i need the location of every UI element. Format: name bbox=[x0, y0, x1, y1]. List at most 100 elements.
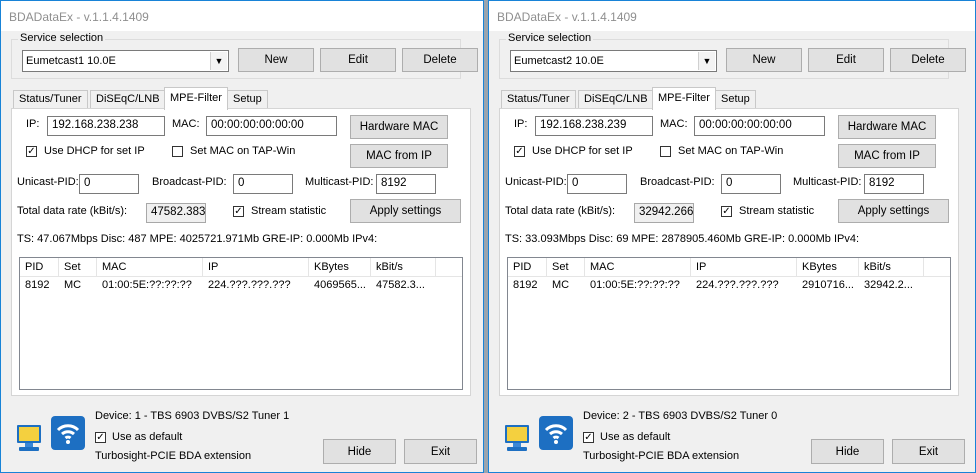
edit-button[interactable]: Edit bbox=[320, 48, 396, 72]
column-set[interactable]: Set bbox=[59, 258, 97, 276]
set-mac-label: Set MAC on TAP-Win bbox=[190, 145, 296, 157]
use-as-default-label: Use as default bbox=[600, 431, 671, 443]
column-pid[interactable]: PID bbox=[20, 258, 59, 276]
mac-label: MAC: bbox=[172, 118, 200, 130]
pid-list-header: PID Set MAC IP KBytes kBit/s bbox=[20, 258, 462, 277]
use-dhcp-checkbox[interactable]: ✓ bbox=[26, 146, 37, 157]
column-set[interactable]: Set bbox=[547, 258, 585, 276]
stream-statistic-checkbox[interactable]: ✓ bbox=[721, 206, 732, 217]
use-as-default-label: Use as default bbox=[112, 431, 183, 443]
pid-list[interactable]: PID Set MAC IP KBytes kBit/s 8192 MC 01:… bbox=[19, 257, 463, 390]
mac-from-ip-button[interactable]: MAC from IP bbox=[838, 144, 936, 168]
extension-label: Turbosight-PCIE BDA extension bbox=[95, 450, 252, 462]
column-kbytes[interactable]: KBytes bbox=[309, 258, 371, 276]
mac-label: MAC: bbox=[660, 118, 688, 130]
new-button[interactable]: New bbox=[726, 48, 802, 72]
tab-status-tuner[interactable]: Status/Tuner bbox=[501, 90, 576, 109]
cell-kbits: 32942.2... bbox=[864, 279, 913, 291]
cell-kbytes: 2910716... bbox=[802, 279, 854, 291]
tab-setup[interactable]: Setup bbox=[715, 90, 756, 109]
unicast-pid-input[interactable]: 0 bbox=[567, 174, 627, 194]
column-mac[interactable]: MAC bbox=[97, 258, 203, 276]
wifi-icon bbox=[51, 416, 85, 450]
hide-button[interactable]: Hide bbox=[323, 439, 396, 464]
hide-button[interactable]: Hide bbox=[811, 439, 884, 464]
broadcast-pid-label: Broadcast-PID: bbox=[640, 176, 715, 188]
mpe-filter-panel: IP: 192.168.238.238 MAC: 00:00:00:00:00:… bbox=[11, 108, 471, 396]
exit-button[interactable]: Exit bbox=[404, 439, 477, 464]
delete-button[interactable]: Delete bbox=[402, 48, 478, 72]
column-pid[interactable]: PID bbox=[508, 258, 547, 276]
set-mac-label: Set MAC on TAP-Win bbox=[678, 145, 784, 157]
edit-button[interactable]: Edit bbox=[808, 48, 884, 72]
column-ip[interactable]: IP bbox=[691, 258, 797, 276]
device-label: Device: 2 - TBS 6903 DVBS/S2 Tuner 0 bbox=[583, 410, 778, 422]
broadcast-pid-input[interactable]: 0 bbox=[233, 174, 293, 194]
multicast-pid-input[interactable]: 8192 bbox=[864, 174, 924, 194]
app-window-1: BDADataEx - v.1.1.4.1409 Service selecti… bbox=[0, 0, 484, 473]
total-data-rate-label: Total data rate (kBit/s): bbox=[17, 205, 128, 217]
ip-input[interactable]: 192.168.238.238 bbox=[47, 116, 165, 136]
column-ip[interactable]: IP bbox=[203, 258, 309, 276]
delete-button[interactable]: Delete bbox=[890, 48, 966, 72]
window-title: BDADataEx - v.1.1.4.1409 bbox=[9, 10, 149, 24]
column-kbits[interactable]: kBit/s bbox=[371, 258, 436, 276]
mac-input[interactable]: 00:00:00:00:00:00 bbox=[694, 116, 825, 136]
cell-mac: 01:00:5E:??:??:?? bbox=[102, 279, 192, 291]
tab-mpe-filter[interactable]: MPE-Filter bbox=[164, 87, 228, 110]
mac-from-ip-button[interactable]: MAC from IP bbox=[350, 144, 448, 168]
broadcast-pid-input[interactable]: 0 bbox=[721, 174, 781, 194]
unicast-pid-label: Unicast-PID: bbox=[17, 176, 79, 188]
apply-settings-button[interactable]: Apply settings bbox=[838, 199, 949, 223]
use-as-default-checkbox[interactable]: ✓ bbox=[95, 432, 106, 443]
stream-statistic-label: Stream statistic bbox=[251, 205, 327, 217]
cell-kbytes: 4069565... bbox=[314, 279, 366, 291]
title-bar[interactable]: BDADataEx - v.1.1.4.1409 bbox=[489, 1, 975, 31]
chevron-down-icon[interactable]: ▼ bbox=[698, 52, 715, 70]
set-mac-checkbox[interactable] bbox=[660, 146, 671, 157]
cell-kbits: 47582.3... bbox=[376, 279, 425, 291]
tab-status-tuner[interactable]: Status/Tuner bbox=[13, 90, 88, 109]
new-button[interactable]: New bbox=[238, 48, 314, 72]
cell-ip: 224.???.???.??? bbox=[208, 279, 291, 291]
mpe-filter-panel: IP: 192.168.238.239 MAC: 00:00:00:00:00:… bbox=[499, 108, 959, 396]
multicast-pid-label: Multicast-PID: bbox=[793, 176, 862, 188]
title-bar[interactable]: BDADataEx - v.1.1.4.1409 bbox=[1, 1, 483, 31]
column-kbytes[interactable]: KBytes bbox=[797, 258, 859, 276]
service-dropdown[interactable]: Eumetcast2 10.0E ▼ bbox=[510, 50, 717, 72]
use-dhcp-label: Use DHCP for set IP bbox=[532, 145, 633, 157]
ip-label: IP: bbox=[514, 118, 528, 130]
chevron-down-icon[interactable]: ▼ bbox=[210, 52, 227, 70]
column-kbits[interactable]: kBit/s bbox=[859, 258, 924, 276]
tab-diseqc-lnb[interactable]: DiSEqC/LNB bbox=[578, 90, 654, 109]
broadcast-pid-label: Broadcast-PID: bbox=[152, 176, 227, 188]
extension-label: Turbosight-PCIE BDA extension bbox=[583, 450, 740, 462]
table-row[interactable]: 8192 MC 01:00:5E:??:??:?? 224.???.???.??… bbox=[20, 277, 462, 294]
monitor-icon bbox=[505, 425, 529, 451]
pid-list[interactable]: PID Set MAC IP KBytes kBit/s 8192 MC 01:… bbox=[507, 257, 951, 390]
tab-diseqc-lnb[interactable]: DiSEqC/LNB bbox=[90, 90, 166, 109]
cell-set: MC bbox=[552, 279, 570, 291]
tab-setup[interactable]: Setup bbox=[227, 90, 268, 109]
hardware-mac-button[interactable]: Hardware MAC bbox=[838, 115, 936, 139]
unicast-pid-input[interactable]: 0 bbox=[79, 174, 139, 194]
exit-button[interactable]: Exit bbox=[892, 439, 965, 464]
stream-statistic-label: Stream statistic bbox=[739, 205, 815, 217]
table-row[interactable]: 8192 MC 01:00:5E:??:??:?? 224.???.???.??… bbox=[508, 277, 950, 294]
unicast-pid-label: Unicast-PID: bbox=[505, 176, 567, 188]
stream-statistic-checkbox[interactable]: ✓ bbox=[233, 206, 244, 217]
service-dropdown[interactable]: Eumetcast1 10.0E ▼ bbox=[22, 50, 229, 72]
tab-mpe-filter[interactable]: MPE-Filter bbox=[652, 87, 716, 110]
column-mac[interactable]: MAC bbox=[585, 258, 691, 276]
hardware-mac-button[interactable]: Hardware MAC bbox=[350, 115, 448, 139]
use-as-default-checkbox[interactable]: ✓ bbox=[583, 432, 594, 443]
device-icons bbox=[501, 416, 573, 456]
set-mac-checkbox[interactable] bbox=[172, 146, 183, 157]
mac-input[interactable]: 00:00:00:00:00:00 bbox=[206, 116, 337, 136]
multicast-pid-input[interactable]: 8192 bbox=[376, 174, 436, 194]
use-dhcp-checkbox[interactable]: ✓ bbox=[514, 146, 525, 157]
status-line: TS: 47.067Mbps Disc: 487 MPE: 4025721.97… bbox=[17, 233, 378, 245]
apply-settings-button[interactable]: Apply settings bbox=[350, 199, 461, 223]
wifi-icon bbox=[539, 416, 573, 450]
ip-input[interactable]: 192.168.238.239 bbox=[535, 116, 653, 136]
